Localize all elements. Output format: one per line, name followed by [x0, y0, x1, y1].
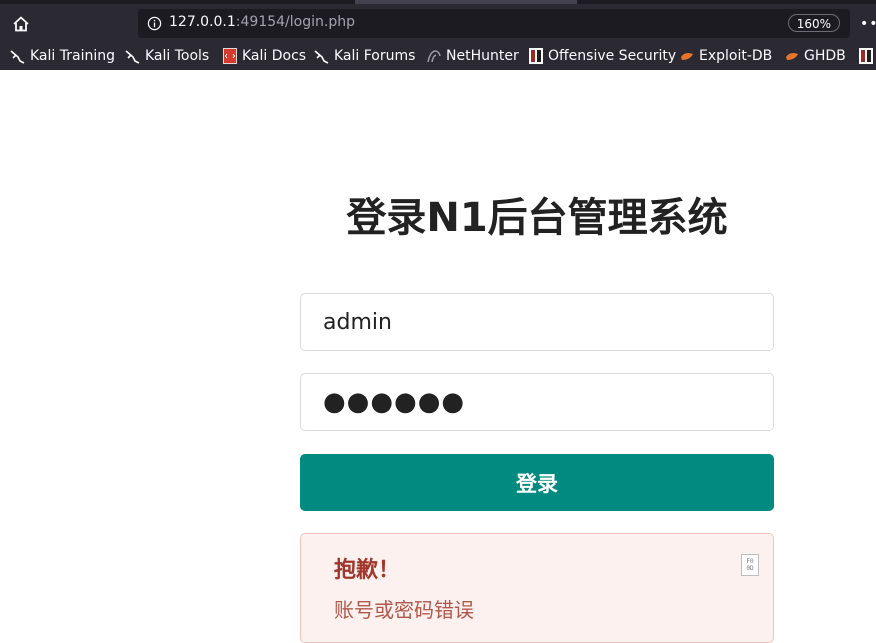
- bookmark-label: Kali Training: [30, 48, 115, 64]
- bookmark-kali-training[interactable]: Kali Training: [10, 46, 115, 66]
- home-button[interactable]: [8, 11, 34, 37]
- ghdb-icon: [784, 48, 800, 64]
- active-tab[interactable]: [355, 0, 577, 4]
- info-icon[interactable]: [147, 16, 162, 31]
- bookmark-label: Kali Forums: [334, 48, 416, 64]
- bookmark-overflow[interactable]: [858, 46, 876, 66]
- tab-strip: [0, 0, 876, 4]
- bookmark-label: Exploit-DB: [699, 48, 773, 64]
- exploit-db-icon: [679, 48, 695, 64]
- browser-toolbar: 127.0.0.1:49154/login.php 160% •• Kali T…: [0, 0, 876, 70]
- password-mask: ●●●●●●: [323, 387, 466, 417]
- alert-message: 账号或密码错误: [334, 598, 474, 622]
- bookmark-label: GHDB: [804, 48, 846, 64]
- url-path: :49154/login.php: [235, 14, 355, 30]
- username-input[interactable]: [300, 293, 774, 351]
- zoom-level-badge[interactable]: 160%: [787, 14, 840, 32]
- bookmark-kali-tools[interactable]: Kali Tools: [125, 46, 209, 66]
- bookmark-exploit-db[interactable]: Exploit-DB: [679, 46, 772, 66]
- bookmark-kali-docs[interactable]: Kali Docs: [222, 46, 306, 66]
- kali-docs-icon: [222, 48, 238, 64]
- bookmark-label: Kali Docs: [242, 48, 307, 64]
- kali-dragon-icon: [125, 48, 141, 64]
- bookmark-label: Kali Tools: [145, 48, 210, 64]
- alert-title: 抱歉！: [334, 558, 401, 583]
- offsec-icon: [858, 48, 874, 64]
- password-input[interactable]: ●●●●●●: [300, 373, 774, 431]
- login-button[interactable]: 登录: [300, 454, 774, 511]
- bookmark-ghdb[interactable]: GHDB: [784, 46, 846, 66]
- url-host: 127.0.0.1: [169, 14, 236, 30]
- error-alert: 抱歉！ 账号或密码错误 F0 0D: [300, 533, 774, 643]
- bookmark-kali-forums[interactable]: Kali Forums: [314, 46, 415, 66]
- home-icon: [13, 16, 29, 32]
- bookmark-label: NetHunter: [446, 48, 519, 64]
- offsec-icon: [528, 48, 544, 64]
- close-icon[interactable]: F0 0D: [741, 554, 759, 576]
- page-title: 登录N1后台管理系统: [346, 195, 728, 241]
- page-actions-menu-icon[interactable]: ••: [860, 11, 876, 37]
- nethunter-icon: [426, 48, 442, 64]
- bookmark-nethunter[interactable]: NetHunter: [426, 46, 519, 66]
- address-bar[interactable]: 127.0.0.1:49154/login.php 160%: [138, 9, 850, 38]
- kali-dragon-icon: [314, 48, 330, 64]
- url-text[interactable]: 127.0.0.1:49154/login.php: [169, 14, 355, 30]
- bookmark-label: Offensive Security: [548, 48, 677, 64]
- bookmark-offensive-security[interactable]: Offensive Security: [528, 46, 676, 66]
- kali-dragon-icon: [10, 48, 26, 64]
- bookmarks-toolbar: Kali Training Kali Tools Kali Docs Kali …: [0, 42, 876, 70]
